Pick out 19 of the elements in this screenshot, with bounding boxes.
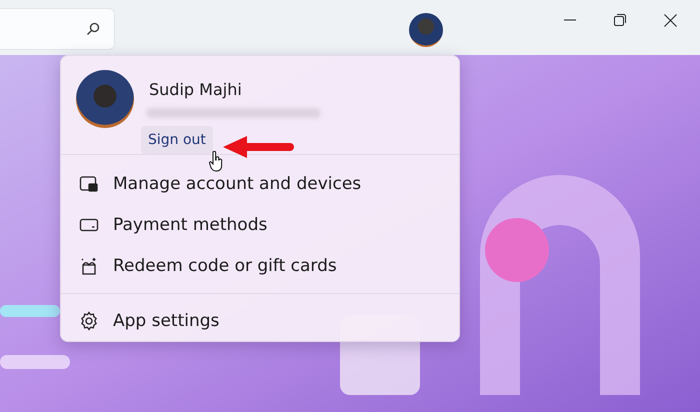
user-avatar[interactable] xyxy=(409,13,443,47)
user-name: Sudip Majhi xyxy=(149,80,242,99)
search-icon xyxy=(86,22,100,36)
close-icon xyxy=(664,14,676,26)
settings-icon xyxy=(79,310,99,330)
glass-rod xyxy=(0,305,60,317)
search-field[interactable] xyxy=(0,8,115,50)
menu-item[interactable]: Manage account and devices xyxy=(61,163,459,204)
sign-out-link[interactable]: Sign out xyxy=(141,126,213,154)
hand-pointer-icon xyxy=(209,151,223,172)
minimize-icon xyxy=(564,19,576,21)
menu-item[interactable]: Payment methods xyxy=(61,204,459,245)
menu-item[interactable]: App settings xyxy=(61,300,459,341)
menu-item[interactable]: Redeem code or gift cards xyxy=(61,245,459,286)
pointer-arrow-icon xyxy=(223,135,295,159)
sphere xyxy=(485,218,549,282)
account-devices-icon xyxy=(79,174,99,194)
glass-rod xyxy=(0,355,70,369)
restore-icon xyxy=(614,14,626,26)
